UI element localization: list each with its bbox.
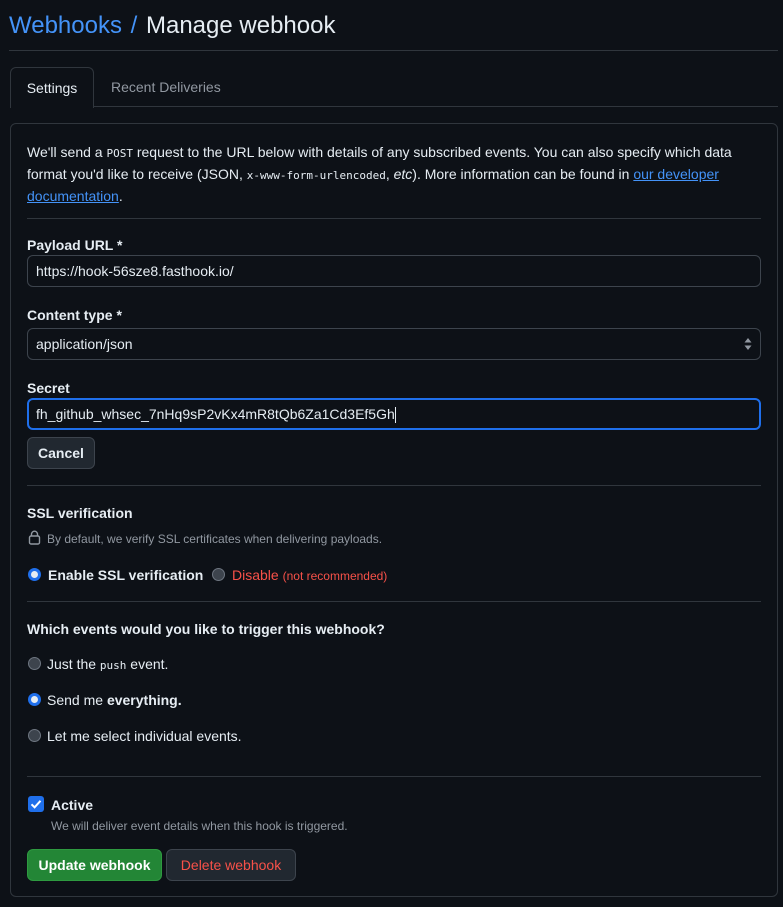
intro-text: We'll send a POST request to the URL bel… (27, 142, 747, 207)
lock-icon (28, 530, 41, 545)
update-webhook-button[interactable]: Update webhook (27, 849, 162, 881)
ssl-note: By default, we verify SSL certificates w… (47, 532, 383, 546)
page-heading: Manage webhook (145, 12, 336, 39)
option-bold-text: everything. (106, 692, 182, 708)
secret-label: Secret (27, 380, 70, 396)
content-type-select[interactable]: application/json (27, 328, 761, 360)
section-divider (27, 601, 761, 602)
option-text: event. (126, 656, 169, 672)
cancel-button[interactable]: Cancel (27, 437, 95, 469)
ssl-enable-label[interactable]: Enable SSL verification (48, 567, 203, 583)
events-individual-radio[interactable] (28, 729, 41, 742)
active-note: We will deliver event details when this … (51, 819, 348, 833)
section-divider (27, 776, 761, 777)
page-title: Webhooks / Manage webhook (9, 11, 335, 41)
active-checkbox[interactable] (28, 796, 44, 812)
intro-etc: etc (393, 166, 413, 182)
intro-text-part: . (118, 188, 123, 204)
tab-bar: Settings Recent Deliveries (10, 67, 778, 108)
secret-input[interactable]: fh_github_whsec_7nHq9sP2vKx4mR8tQb6Za1Cd… (27, 398, 761, 430)
intro-text-part: , (385, 166, 394, 182)
events-everything-option[interactable]: Send me everything. (47, 692, 182, 708)
events-question: Which events would you like to trigger t… (27, 621, 385, 637)
intro-text-part: We'll send a (27, 144, 107, 160)
payload-url-label: Payload URL * (27, 237, 123, 253)
tab-recent-deliveries[interactable]: Recent Deliveries (111, 67, 221, 107)
delete-webhook-button[interactable]: Delete webhook (166, 849, 296, 881)
content-type-selected-value: application/json (36, 336, 133, 352)
events-push-radio[interactable] (28, 657, 41, 670)
ssl-disable-note: (not recommended) (282, 569, 388, 583)
ssl-enable-radio[interactable] (28, 568, 41, 581)
section-divider (27, 218, 761, 219)
events-everything-radio[interactable] (28, 693, 41, 706)
active-label[interactable]: Active (51, 797, 93, 813)
ssl-verification-heading: SSL verification (27, 505, 133, 521)
intro-text-part: ). More information can be found in (412, 166, 634, 182)
ssl-disable-label: Disable (232, 567, 279, 583)
select-updown-icon (744, 338, 752, 350)
push-code: push (99, 659, 127, 672)
intro-code-post: POST (106, 147, 133, 160)
content-type-label: Content type * (27, 307, 122, 323)
webhook-settings-form: We'll send a POST request to the URL bel… (10, 123, 778, 897)
breadcrumb-webhooks-link[interactable]: Webhooks (9, 12, 122, 39)
secret-value: fh_github_whsec_7nHq9sP2vKx4mR8tQb6Za1Cd… (36, 406, 395, 422)
events-individual-option[interactable]: Let me select individual events. (47, 728, 242, 744)
checkmark-icon (30, 800, 42, 809)
intro-code-urlencoded: x-www-form-urlencoded (246, 169, 386, 182)
section-divider (27, 485, 761, 486)
option-text: Send me (47, 692, 107, 708)
option-text: Just the (47, 656, 100, 672)
ssl-disable-radio[interactable] (212, 568, 225, 581)
payload-url-input[interactable]: https://hook-56sze8.fasthook.io/ (27, 255, 761, 287)
ssl-disable-option[interactable]: Disable (not recommended) (232, 567, 387, 583)
header-divider (9, 50, 778, 51)
events-push-option[interactable]: Just the push event. (47, 656, 168, 672)
breadcrumb-separator: / (130, 12, 138, 39)
tab-settings[interactable]: Settings (10, 67, 94, 108)
text-cursor (394, 407, 396, 424)
